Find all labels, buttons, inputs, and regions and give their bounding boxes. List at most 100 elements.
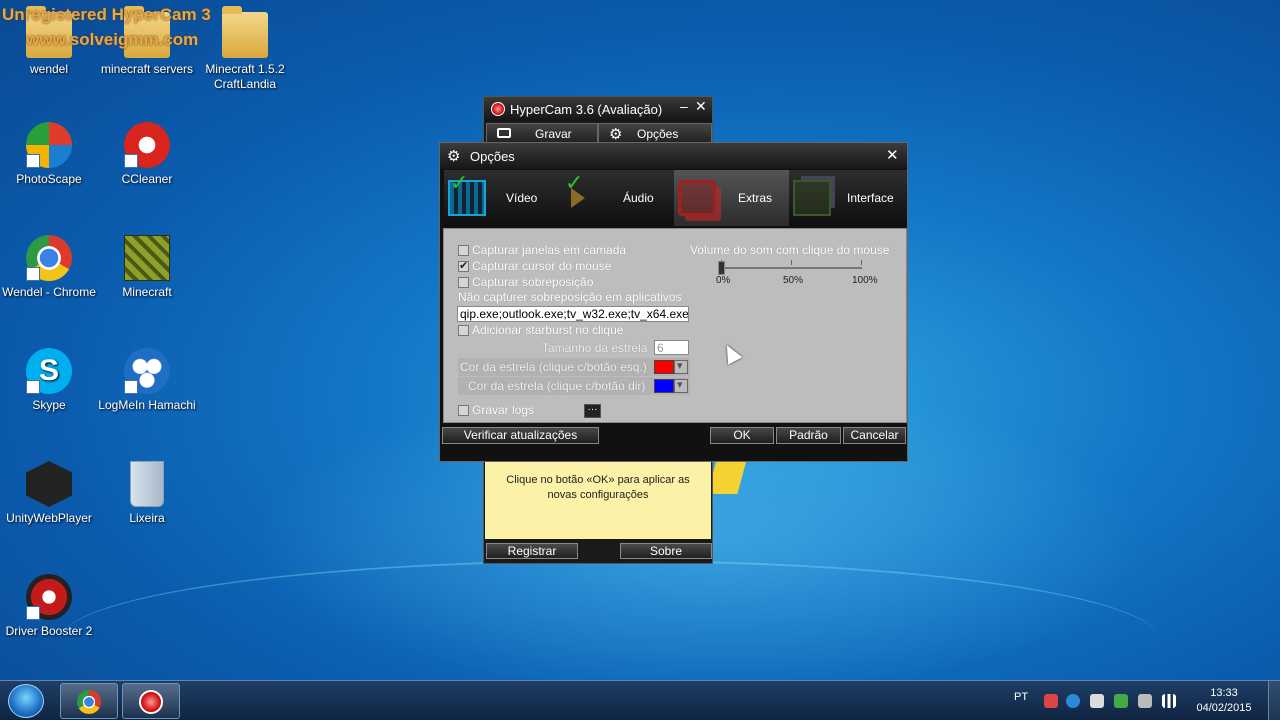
- network-error-icon[interactable]: [1090, 694, 1104, 708]
- tab-extras[interactable]: Extras: [674, 170, 789, 226]
- photoscape-icon: [26, 122, 72, 168]
- exclude-apps-label: Não capturer sobreposição em aplicativos: [458, 290, 682, 304]
- skype-tray-icon[interactable]: [1066, 694, 1080, 708]
- logs-checkbox[interactable]: [458, 405, 469, 416]
- ccleaner-tray-icon[interactable]: [1044, 694, 1058, 708]
- start-button[interactable]: [8, 684, 44, 718]
- logs-browse-button[interactable]: ···: [584, 404, 601, 418]
- tab-extras-label: Extras: [738, 191, 773, 205]
- tab-video[interactable]: ✓ Vídeo: [444, 170, 559, 226]
- star-size-input[interactable]: 6: [654, 340, 689, 355]
- star-size-label: Tamanho da estrela: [542, 341, 648, 355]
- register-button[interactable]: Registrar: [486, 543, 578, 559]
- desktop-icon-logmein-hamachi[interactable]: LogMeIn Hamachi: [98, 348, 196, 413]
- watermark-line-1: Unregistered HyperCam 3: [2, 5, 211, 24]
- star-color-left-swatch[interactable]: [654, 360, 674, 374]
- desktop-icon-label: wendel: [29, 62, 69, 76]
- desktop-icon-label: minecraft servers: [100, 62, 194, 76]
- desktop-icon-photoscape[interactable]: PhotoScape: [0, 122, 98, 187]
- watermark-line-2: www.solveigmm.com: [26, 30, 199, 49]
- check-icon: ✓: [565, 170, 584, 195]
- taskbar-hypercam-button[interactable]: [122, 683, 180, 719]
- ccleaner-icon: [124, 122, 170, 168]
- interface-icon: [793, 180, 831, 216]
- options-title-bar[interactable]: ⚙ Opções ✕: [440, 143, 907, 169]
- skype-icon: S: [26, 348, 72, 394]
- record-icon: [139, 690, 163, 714]
- desktop-icon-ccleaner[interactable]: CCleaner: [98, 122, 196, 187]
- chrome-icon: [77, 690, 101, 714]
- check-updates-button[interactable]: Verificar atualizações: [442, 427, 599, 444]
- info-message: Clique no botão «OK» para aplicar as nov…: [485, 461, 711, 539]
- desktop-icon-minecraft[interactable]: Minecraft: [98, 235, 196, 300]
- desktop-icon-label: Skype: [32, 398, 66, 412]
- tab-options-label: Opções: [637, 127, 679, 141]
- tab-audio-label: Áudio: [623, 191, 654, 205]
- chrome-icon: [26, 235, 72, 281]
- default-button[interactable]: Padrão: [776, 427, 841, 444]
- options-tabs: ✓ Vídeo ✓ Áudio Extras Interface: [444, 170, 907, 226]
- star-color-right-swatch[interactable]: [654, 379, 674, 393]
- desktop-icon-skype[interactable]: S Skype: [0, 348, 98, 413]
- slider-tick-label: 100%: [852, 275, 878, 286]
- about-button[interactable]: Sobre: [620, 543, 712, 559]
- desktop-icon-label: PhotoScape: [16, 172, 82, 186]
- clock[interactable]: 13:33 04/02/2015: [1188, 686, 1260, 716]
- star-color-left-dropdown[interactable]: [674, 359, 688, 374]
- taskbar-chrome-button[interactable]: [60, 683, 118, 719]
- unity-icon: [26, 461, 72, 507]
- desktop-icon-wendel-chrome[interactable]: Wendel - Chrome: [0, 235, 98, 300]
- clock-date: 04/02/2015: [1196, 702, 1252, 714]
- language-indicator[interactable]: PT: [1014, 691, 1028, 703]
- tab-options[interactable]: ⚙ Opções: [598, 123, 712, 143]
- tab-audio[interactable]: ✓ Áudio: [559, 170, 674, 226]
- security-icon[interactable]: [1114, 694, 1128, 708]
- exclude-apps-input[interactable]: qip.exe;outlook.exe;tv_w32.exe;tv_x64.ex…: [457, 306, 689, 322]
- slider-tick-label: 50%: [783, 275, 804, 286]
- signal-icon[interactable]: [1162, 694, 1176, 708]
- tab-interface[interactable]: Interface: [789, 170, 904, 226]
- volume-slider-track[interactable]: [720, 267, 862, 269]
- capture-layered-checkbox[interactable]: [458, 245, 469, 256]
- slider-tick: [861, 260, 862, 265]
- star-color-left-label: Cor da estrela (clique c/botão esq.): [460, 360, 647, 374]
- capture-cursor-checkbox[interactable]: [458, 259, 469, 272]
- minimize-button[interactable]: –: [680, 98, 688, 114]
- desktop-icon-label: Minecraft 1.5.2 CraftLandia: [205, 62, 285, 91]
- desktop-icon-label: UnityWebPlayer: [6, 511, 92, 525]
- show-desktop-button[interactable]: [1268, 681, 1280, 720]
- starburst-label: Adicionar starburst no clique: [472, 323, 624, 337]
- ok-button[interactable]: OK: [710, 427, 774, 444]
- volume-label: Volume do som com clique do mouse: [690, 243, 890, 257]
- tab-interface-label: Interface: [847, 191, 894, 205]
- extras-panel: Capturar janelas em camada Capturar curs…: [443, 228, 907, 423]
- desktop-icon-label: Driver Booster 2: [5, 624, 93, 638]
- desktop-icon-label: Lixeira: [129, 511, 165, 525]
- starburst-checkbox[interactable]: [458, 325, 469, 336]
- desktop-icon-label: Minecraft: [122, 285, 172, 299]
- minecraft-icon: [124, 235, 170, 281]
- desktop-icon-label: LogMeIn Hamachi: [98, 398, 196, 412]
- hamachi-icon: [124, 348, 170, 394]
- capture-layered-label: Capturar janelas em camada: [472, 243, 627, 257]
- close-button[interactable]: ✕: [695, 98, 707, 115]
- folder-icon: [222, 6, 268, 58]
- star-color-right-dropdown[interactable]: [674, 378, 688, 393]
- volume-icon[interactable]: [1138, 694, 1152, 708]
- volume-slider-thumb[interactable]: [718, 261, 725, 275]
- desktop-icon-driver-booster[interactable]: Driver Booster 2: [0, 574, 98, 639]
- options-title: Opções: [470, 149, 515, 164]
- capture-cursor-label: Capturar cursor do mouse: [472, 259, 612, 273]
- hypercam-title: HyperCam 3.6 (Avaliação): [510, 102, 663, 117]
- tab-record[interactable]: Gravar: [486, 123, 598, 143]
- hypercam-title-bar[interactable]: HyperCam 3.6 (Avaliação) – ✕: [484, 97, 712, 121]
- desktop-icon-lixeira[interactable]: Lixeira: [98, 461, 196, 526]
- camera-icon: [497, 128, 511, 138]
- capture-overlay-label: Capturar sobreposição: [472, 275, 594, 289]
- hypercam-tabs: Gravar ⚙ Opções: [486, 123, 712, 143]
- capture-overlay-checkbox[interactable]: [458, 277, 469, 288]
- cancel-button[interactable]: Cancelar: [843, 427, 906, 444]
- close-button[interactable]: ✕: [886, 146, 899, 164]
- taskbar: PT 13:33 04/02/2015: [0, 680, 1280, 720]
- desktop-icon-unitywebplayer[interactable]: UnityWebPlayer: [0, 461, 98, 526]
